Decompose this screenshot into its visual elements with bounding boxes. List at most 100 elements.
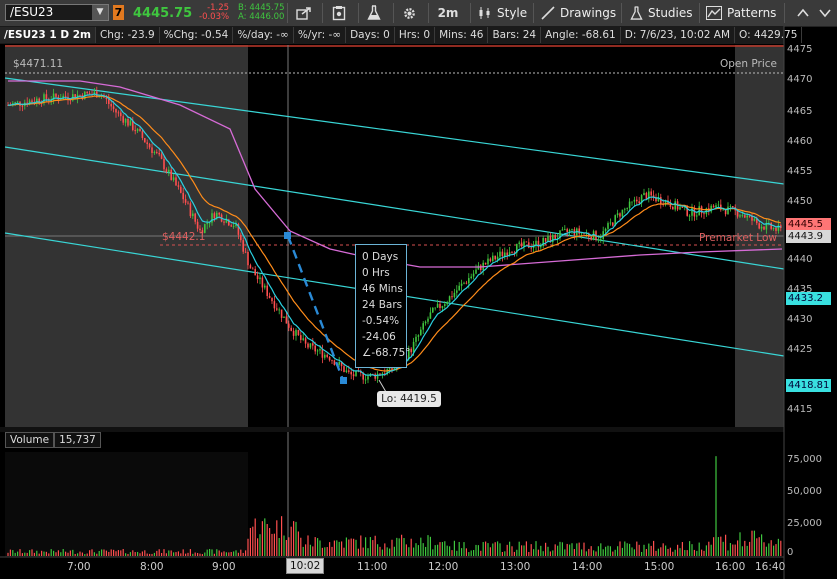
candle-body (237, 224, 240, 235)
style-label: Style (497, 6, 528, 20)
volume-bar (468, 552, 470, 556)
measure-handle-start[interactable] (284, 232, 291, 239)
volume-bar (557, 545, 559, 556)
candle-body (172, 177, 175, 180)
flask-icon[interactable] (362, 3, 386, 23)
price-chart[interactable] (0, 0, 837, 579)
patterns-button[interactable]: Patterns (706, 3, 780, 23)
candle-body (290, 327, 292, 331)
volume-bar (489, 547, 491, 556)
candle-body (691, 207, 693, 216)
candle-body (729, 206, 732, 207)
candle-body (506, 252, 508, 256)
share-icon[interactable] (292, 3, 316, 23)
volume-bar (45, 551, 47, 556)
pane-divider[interactable] (0, 427, 784, 432)
candle-body (780, 225, 782, 229)
time-axis[interactable]: 7:00 8:00 9:00 10:02 11:00 12:00 13:00 1… (0, 557, 785, 579)
collapse-down-icon[interactable] (814, 3, 836, 23)
candle-body (216, 212, 218, 219)
volume-bar (432, 549, 434, 556)
premarket-low-label: Premarket Low (699, 232, 777, 244)
candle-body (710, 205, 712, 212)
volume-bar (221, 552, 223, 556)
clipboard-icon[interactable] (327, 3, 351, 23)
volume-bar (477, 545, 479, 556)
candle-body (309, 343, 312, 348)
symbol-selector[interactable]: /ESU23 ▼ (5, 4, 109, 21)
candle-body (568, 229, 571, 233)
volume-bar (446, 545, 448, 556)
candle-body (144, 138, 146, 143)
candle-body (55, 93, 57, 97)
candle-body (331, 360, 333, 361)
candle-body (33, 101, 36, 103)
volume-bar (137, 551, 139, 556)
volume-bar (513, 551, 515, 556)
volume-bar (427, 535, 429, 556)
volume-bar (458, 541, 460, 556)
volume-bar (415, 543, 417, 556)
candle-body (124, 119, 127, 123)
volume-bar (449, 546, 451, 556)
volume-bar (331, 546, 333, 556)
volume-bar (62, 549, 64, 556)
volume-bar (324, 547, 326, 556)
volume-bar (33, 552, 35, 556)
candle-body (288, 323, 290, 328)
volume-bar (60, 552, 62, 556)
divider (428, 3, 429, 23)
candle-body (655, 197, 657, 202)
measure-line[interactable] (286, 235, 345, 381)
patterns-icon (706, 6, 722, 20)
candle-body (554, 234, 556, 239)
volume-bar (338, 541, 340, 556)
candle-body (350, 371, 352, 375)
candle-body (612, 222, 614, 226)
alert-badge[interactable]: 7 (113, 5, 124, 20)
volume-bar (19, 549, 21, 556)
drawings-button[interactable]: Drawings (541, 3, 617, 23)
volume-bar (648, 543, 650, 556)
candle-body (319, 348, 321, 351)
volume-bar (285, 539, 287, 556)
volume-bar (67, 552, 69, 556)
interval-selector[interactable]: 2m (433, 3, 463, 23)
collapse-up-icon[interactable] (792, 3, 814, 23)
volume-bar (506, 544, 508, 556)
studies-button[interactable]: Studies (630, 3, 696, 23)
volume-bar (722, 541, 724, 556)
measure-handle-end[interactable] (340, 377, 347, 384)
candle-body (360, 370, 362, 373)
volume-bar (708, 541, 710, 556)
volume-bar (204, 552, 206, 556)
volume-bar (367, 548, 369, 556)
candle-body (266, 285, 268, 296)
volume-bar (127, 553, 129, 556)
time-tick: 15:00 (644, 561, 675, 573)
style-button[interactable]: Style (478, 3, 528, 23)
volume-bar (343, 547, 345, 556)
candle-body (175, 177, 177, 186)
candle-body (324, 354, 326, 358)
candle-body (607, 223, 609, 229)
candle-body (480, 265, 482, 270)
volume-bar (561, 542, 563, 556)
chevron-down-icon[interactable]: ▼ (92, 5, 108, 20)
candle-body (439, 303, 441, 309)
candle-body (540, 246, 542, 248)
channel-line-upper (4, 77, 785, 185)
flask-icon (630, 5, 643, 20)
volume-bar (461, 548, 463, 556)
candle-body (38, 98, 40, 103)
volume-bar (521, 545, 523, 556)
volume-bar (494, 542, 496, 556)
gear-icon[interactable] (397, 3, 421, 23)
candle-body (276, 308, 278, 310)
volume-header[interactable]: Volume 15,737 (5, 432, 101, 448)
candle-body (412, 341, 415, 353)
volume-bar (65, 551, 67, 556)
volume-bar (151, 553, 153, 556)
volume-bar (573, 549, 575, 556)
volume-bar (110, 549, 112, 556)
